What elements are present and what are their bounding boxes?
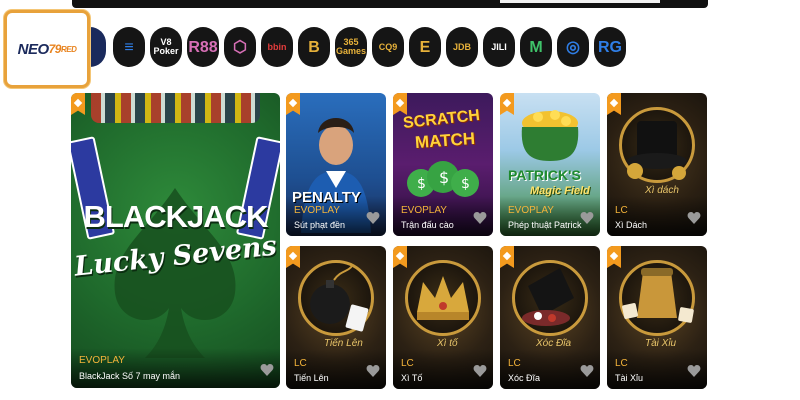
heart-icon[interactable] [473,364,487,378]
game-card-blackjack[interactable]: BLACKJACK Lucky Sevens EVOPLAY BlackJack… [71,93,280,388]
game-provider: LC [615,358,628,369]
chips-decoration [91,93,260,123]
game-art-title: Tiến Lên [324,338,363,349]
provider-bbin-button[interactable]: bbin [261,27,293,67]
game-provider: EVOPLAY [401,205,447,216]
game-provider: EVOPLAY [508,205,554,216]
game-card-tien-len[interactable]: Tiến Lên LC Tiến Lên [286,246,386,389]
game-provider: LC [508,358,521,369]
game-provider: LC [294,358,307,369]
heart-icon[interactable] [580,364,594,378]
heart-icon[interactable] [473,211,487,225]
heart-icon[interactable] [687,211,701,225]
provider-filter-bar: ≡ V8 Poker R88 ⬡ bbin B 365 Games CQ9 E … [90,27,626,67]
heart-icon[interactable] [687,364,701,378]
game-art-title: Xì tố [437,338,458,349]
game-art-subtitle: Magic Field [530,185,590,197]
logo-text: NEO [17,40,50,58]
rg-icon: RG [598,38,622,56]
game-provider: EVOPLAY [294,205,340,216]
search-bar[interactable] [500,0,660,3]
game-art-title: PENALTY [292,189,361,206]
game-provider: EVOPLAY [79,355,125,366]
game-name: Xì Tố [401,373,423,383]
hot-badge [71,93,85,115]
bt-icon: B [308,38,320,56]
game-art-title: PATRICK'S [508,167,581,183]
provider-bt-button[interactable]: B [298,27,330,67]
provider-jili-button[interactable]: JILI [483,27,515,67]
game-name: Xì Dách [615,220,648,230]
heart-icon[interactable] [260,363,274,377]
e-provider-icon: E [419,38,431,56]
svg-text:$: $ [461,176,470,192]
hexagon-icon: ⬡ [233,38,247,56]
bbin-icon: bbin [267,41,287,52]
game-art-subtitle: MATCH [414,128,476,153]
provider-cq9-button[interactable]: CQ9 [372,27,404,67]
heart-icon[interactable] [366,211,380,225]
game-name: Sút phạt đền [294,220,346,230]
game-card-tai-xiu[interactable]: Tài Xỉu LC Tài Xỉu [607,246,707,389]
provider-jdb-button[interactable]: JDB [446,27,478,67]
provider-e-button[interactable]: E [409,27,441,67]
site-logo[interactable]: NEO 79 RED [4,10,90,88]
game-card-penalty[interactable]: PENALTY EVOPLAY Sút phạt đền [286,93,386,236]
heart-icon[interactable] [580,211,594,225]
game-card-xi-dach[interactable]: Xì dách LC Xì Dách [607,93,707,236]
heart-icon[interactable] [366,364,380,378]
v8-poker-icon: V8 Poker [153,37,179,56]
card-fade [71,348,280,388]
m-provider-icon: M [529,38,543,56]
top-bar [72,0,708,8]
provider-partial-button[interactable] [90,27,106,67]
game-provider: LC [615,205,628,216]
game-art-title: Xóc Đĩa [536,338,572,349]
game-name: Tài Xỉu [615,373,644,383]
jili-icon: JILI [491,41,507,52]
evolution-icon: ≡ [124,38,134,56]
provider-hexagon-button[interactable]: ⬡ [224,27,256,67]
game-card-patrick[interactable]: PATRICK'S Magic Field EVOPLAY Phép thuật… [500,93,600,236]
365-games-icon: 365 Games [335,37,367,56]
provider-m-button[interactable]: M [520,27,552,67]
game-name: Trận đấu cào [401,220,454,230]
svg-text:$: $ [439,168,449,187]
game-art-title: BLACKJACK [83,199,269,234]
provider-evolution-button[interactable]: ≡ [113,27,145,67]
svg-text:$: $ [417,176,426,192]
logo-number: 79 [48,42,62,56]
game-name: Xóc Đĩa [508,373,541,383]
game-art-title: Xì dách [645,185,679,196]
jdb-icon: JDB [452,41,471,52]
game-name: Phép thuật Patrick [508,220,582,230]
provider-r88-button[interactable]: R88 [187,27,219,67]
cq9-icon: CQ9 [378,41,398,52]
provider-rg-button[interactable]: RG [594,27,626,67]
game-card-xoc-dia[interactable]: Xóc Đĩa LC Xóc Đĩa [500,246,600,389]
game-name: Tiến Lên [294,373,329,383]
page: NEO 79 RED ≡ V8 Poker R88 ⬡ bbin B 365 G… [0,0,800,400]
game-provider: LC [401,358,414,369]
game-name: BlackJack Số 7 may mắn [79,371,181,381]
r88-icon: R88 [188,38,218,56]
game-art-title: Tài Xỉu [645,338,677,349]
provider-swirl-button[interactable]: ◎ [557,27,589,67]
logo-suffix: RED [60,44,77,54]
swirl-provider-icon: ◎ [566,38,580,56]
game-card-xi-to[interactable]: Xì tố LC Xì Tố [393,246,493,389]
provider-365-games-button[interactable]: 365 Games [335,27,367,67]
provider-v8-poker-button[interactable]: V8 Poker [150,27,182,67]
game-card-scratch-match[interactable]: SCRATCH MATCH $ $ $ EVOPLAY Trận đấu cào [393,93,493,236]
